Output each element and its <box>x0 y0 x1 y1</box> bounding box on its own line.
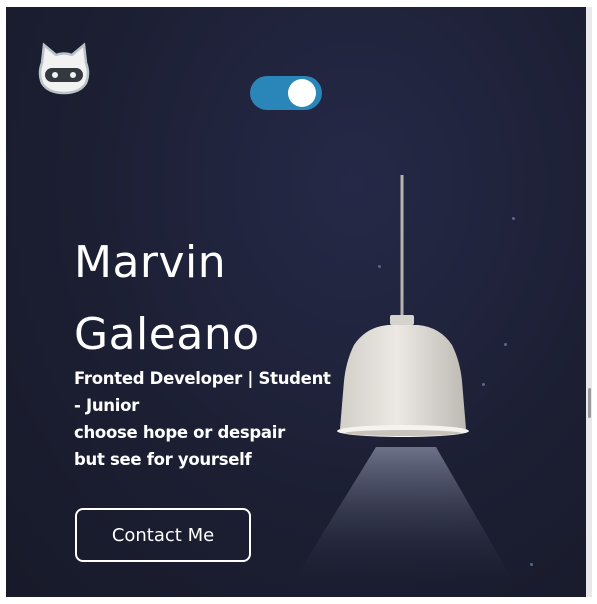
lamp-socket <box>390 315 414 325</box>
theme-toggle[interactable] <box>250 76 322 110</box>
toggle-knob <box>288 79 316 107</box>
pendant-lamp-illustration <box>296 175 511 577</box>
star-dot <box>530 563 533 566</box>
name-last: Galeano <box>74 309 260 360</box>
lamp-bulb-glow <box>345 430 461 436</box>
name-first: Marvin <box>74 237 227 288</box>
hero-section: Marvin Galeano Fronted Developer | Stude… <box>6 7 586 597</box>
scrollbar-track[interactable] <box>586 7 592 597</box>
cat-logo-icon[interactable] <box>34 41 94 97</box>
light-beam <box>296 447 511 577</box>
lamp-shade <box>340 325 466 429</box>
contact-button[interactable]: Contact Me <box>75 508 251 562</box>
scrollbar-thumb[interactable] <box>588 388 591 418</box>
hero-name: Marvin Galeano <box>74 227 260 371</box>
